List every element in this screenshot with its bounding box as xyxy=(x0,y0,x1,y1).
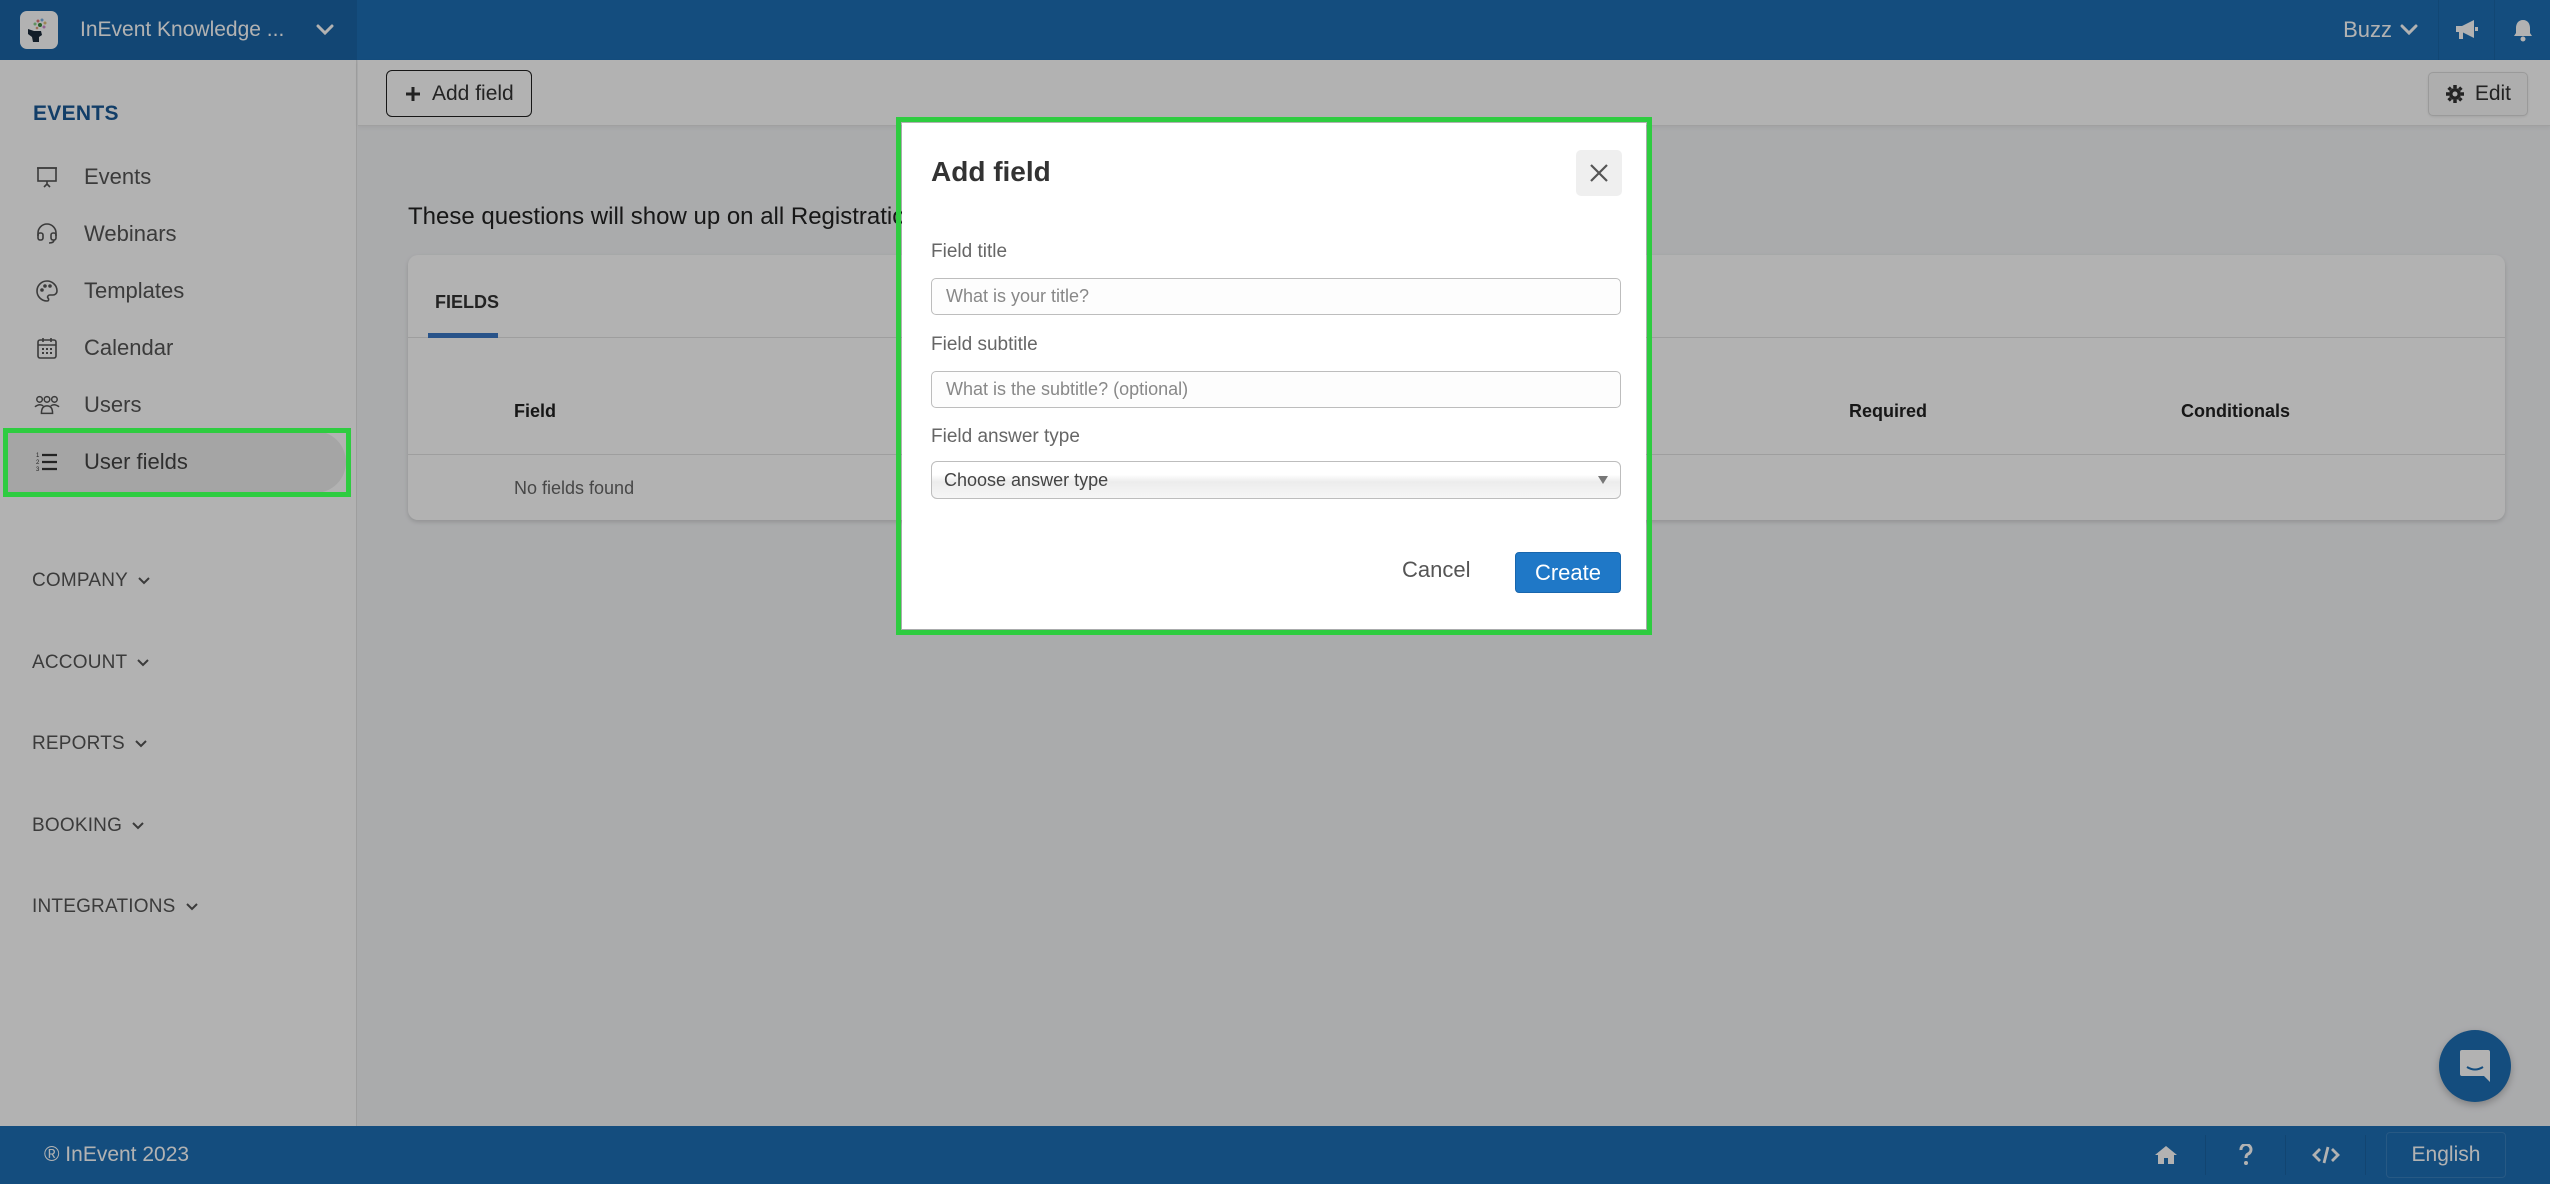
close-icon xyxy=(1590,164,1608,182)
field-subtitle-label: Field subtitle xyxy=(931,334,1038,355)
answer-type-value: Choose answer type xyxy=(944,469,1109,490)
answer-type-label: Field answer type xyxy=(931,426,1080,447)
answer-type-select[interactable]: Choose answer type xyxy=(931,461,1621,499)
close-button[interactable] xyxy=(1576,150,1622,196)
field-title-label: Field title xyxy=(931,241,1008,262)
field-title-input[interactable] xyxy=(931,278,1621,315)
caret-down-icon xyxy=(1598,476,1608,484)
modal-title: Add field xyxy=(931,156,1051,187)
add-field-modal: Add field Field title Field subtitle Fie… xyxy=(902,123,1646,629)
cancel-button[interactable]: Cancel xyxy=(1402,557,1470,583)
field-subtitle-input[interactable] xyxy=(931,371,1621,408)
highlight-user-fields xyxy=(3,428,351,497)
create-button[interactable]: Create xyxy=(1515,552,1621,593)
